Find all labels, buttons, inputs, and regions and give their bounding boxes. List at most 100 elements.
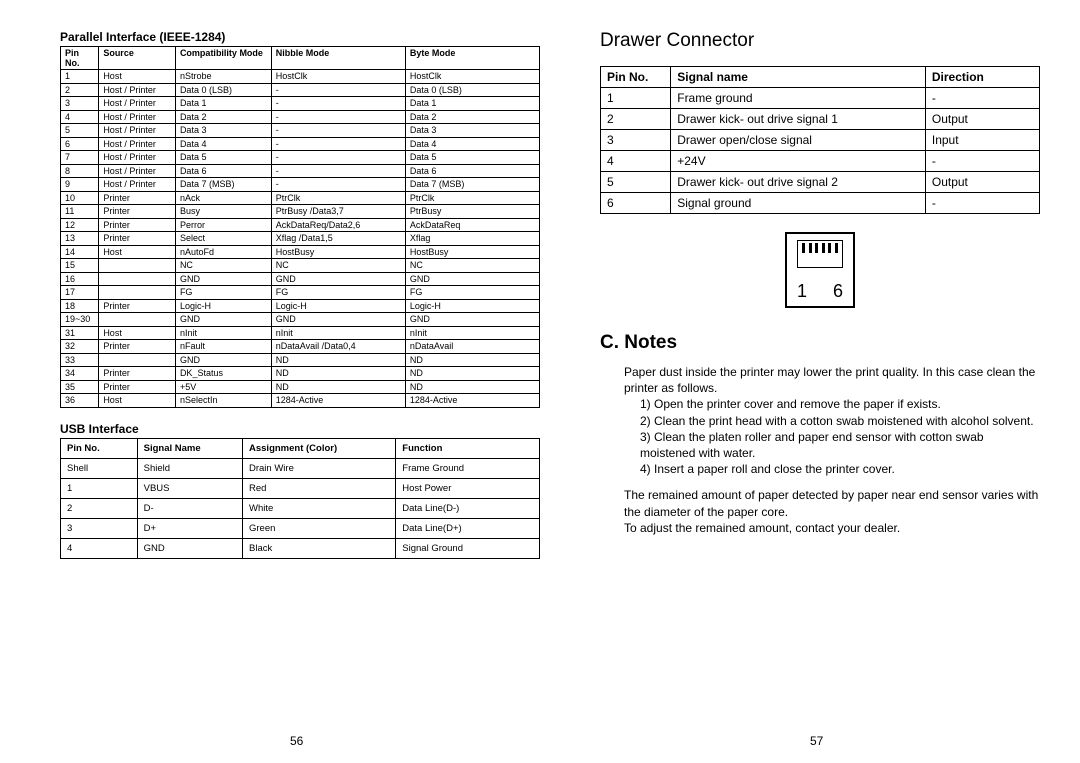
table-cell: Data 4 — [405, 137, 539, 151]
table-cell: FG — [175, 286, 271, 300]
table-cell: 2 — [61, 498, 138, 518]
table-cell: GND — [271, 313, 405, 327]
table-cell: GND — [175, 313, 271, 327]
column-header: Assignment (Color) — [243, 438, 396, 458]
table-cell: Host — [99, 70, 176, 84]
table-cell: - — [271, 124, 405, 138]
table-row: 3D+GreenData Line(D+) — [61, 518, 540, 538]
table-row: 16GNDGNDGND — [61, 272, 540, 286]
table-cell: Logic-H — [271, 299, 405, 313]
notes-step: 4) Insert a paper roll and close the pri… — [640, 461, 1040, 477]
column-header: Signal name — [671, 67, 926, 88]
table-row: 12PrinterPerrorAckDataReq/Data2,6AckData… — [61, 218, 540, 232]
table-cell: Output — [925, 109, 1039, 130]
drawer-connector-heading: Drawer Connector — [600, 30, 1040, 52]
table-cell: Data Line(D-) — [396, 498, 540, 518]
table-cell: D- — [137, 498, 242, 518]
table-cell: 8 — [61, 164, 99, 178]
table-row: 1VBUSRedHost Power — [61, 478, 540, 498]
table-cell: 9 — [61, 178, 99, 192]
table-cell: - — [271, 164, 405, 178]
table-cell: Xflag — [405, 232, 539, 246]
table-cell: 10 — [61, 191, 99, 205]
table-cell: - — [271, 83, 405, 97]
table-cell: Printer — [99, 299, 176, 313]
table-cell: 34 — [61, 367, 99, 381]
table-cell: Printer — [99, 218, 176, 232]
table-cell: nInit — [405, 326, 539, 340]
table-cell: Shell — [61, 458, 138, 478]
page-number-left: 56 — [290, 734, 303, 748]
table-cell: Red — [243, 478, 396, 498]
table-cell: Data 6 — [405, 164, 539, 178]
table-row: 15NCNCNC — [61, 259, 540, 273]
table-cell: Printer — [99, 340, 176, 354]
table-cell: GND — [405, 272, 539, 286]
table-row: 2D-WhiteData Line(D-) — [61, 498, 540, 518]
table-cell: Drain Wire — [243, 458, 396, 478]
table-cell: 18 — [61, 299, 99, 313]
connector-pin-1-label: 1 — [797, 281, 807, 302]
table-cell: Host / Printer — [99, 137, 176, 151]
table-cell: GND — [137, 538, 242, 558]
table-cell: Printer — [99, 232, 176, 246]
table-cell: Busy — [175, 205, 271, 219]
table-cell: Select — [175, 232, 271, 246]
table-row: 34PrinterDK_StatusNDND — [61, 367, 540, 381]
table-cell: HostClk — [405, 70, 539, 84]
table-cell: Perror — [175, 218, 271, 232]
table-cell — [99, 286, 176, 300]
table-cell: NC — [175, 259, 271, 273]
table-cell: Host Power — [396, 478, 540, 498]
table-cell: Host / Printer — [99, 164, 176, 178]
table-cell: Xflag /Data1,5 — [271, 232, 405, 246]
table-cell: ND — [271, 353, 405, 367]
column-header: Byte Mode — [405, 47, 539, 70]
table-row: 10PrinternAckPtrClkPtrClk — [61, 191, 540, 205]
column-header: Signal Name — [137, 438, 242, 458]
notes-body: Paper dust inside the printer may lower … — [600, 364, 1040, 536]
table-cell: Printer — [99, 380, 176, 394]
table-cell: Data 0 (LSB) — [175, 83, 271, 97]
table-cell: Data 5 — [175, 151, 271, 165]
table-cell: Printer — [99, 191, 176, 205]
table-cell: PtrBusy — [405, 205, 539, 219]
table-cell: Data 2 — [405, 110, 539, 124]
table-row: 7Host / PrinterData 5-Data 5 — [61, 151, 540, 165]
rj-connector-diagram: 1 6 — [785, 232, 855, 308]
table-cell: Output — [925, 172, 1039, 193]
column-header: Pin No. — [61, 47, 99, 70]
table-cell: Signal ground — [671, 193, 926, 214]
table-row: 13PrinterSelectXflag /Data1,5Xflag — [61, 232, 540, 246]
table-cell: Host / Printer — [99, 97, 176, 111]
table-cell: Signal Ground — [396, 538, 540, 558]
table-cell: - — [271, 151, 405, 165]
table-cell: Data 2 — [175, 110, 271, 124]
table-cell: Host / Printer — [99, 110, 176, 124]
table-cell: Data 4 — [175, 137, 271, 151]
table-cell: 17 — [61, 286, 99, 300]
table-row: 36HostnSelectIn1284-Active1284-Active — [61, 394, 540, 408]
table-cell: Host — [99, 326, 176, 340]
table-row: 18PrinterLogic-HLogic-HLogic-H — [61, 299, 540, 313]
table-cell: Data 1 — [405, 97, 539, 111]
table-cell: 32 — [61, 340, 99, 354]
table-cell: FG — [405, 286, 539, 300]
table-cell: Frame Ground — [396, 458, 540, 478]
table-cell: 13 — [61, 232, 99, 246]
table-cell: 6 — [601, 193, 671, 214]
table-cell: 2 — [61, 83, 99, 97]
table-cell: Data 6 — [175, 164, 271, 178]
table-cell: +24V — [671, 151, 926, 172]
column-header: Direction — [925, 67, 1039, 88]
table-cell — [99, 313, 176, 327]
table-cell: nSelectIn — [175, 394, 271, 408]
table-cell: Frame ground — [671, 88, 926, 109]
table-row: 11PrinterBusyPtrBusy /Data3,7PtrBusy — [61, 205, 540, 219]
table-cell: nInit — [175, 326, 271, 340]
table-row: 35Printer+5VNDND — [61, 380, 540, 394]
table-cell: Data Line(D+) — [396, 518, 540, 538]
table-row: 4Host / PrinterData 2-Data 2 — [61, 110, 540, 124]
table-cell: 1 — [61, 478, 138, 498]
table-cell: NC — [405, 259, 539, 273]
